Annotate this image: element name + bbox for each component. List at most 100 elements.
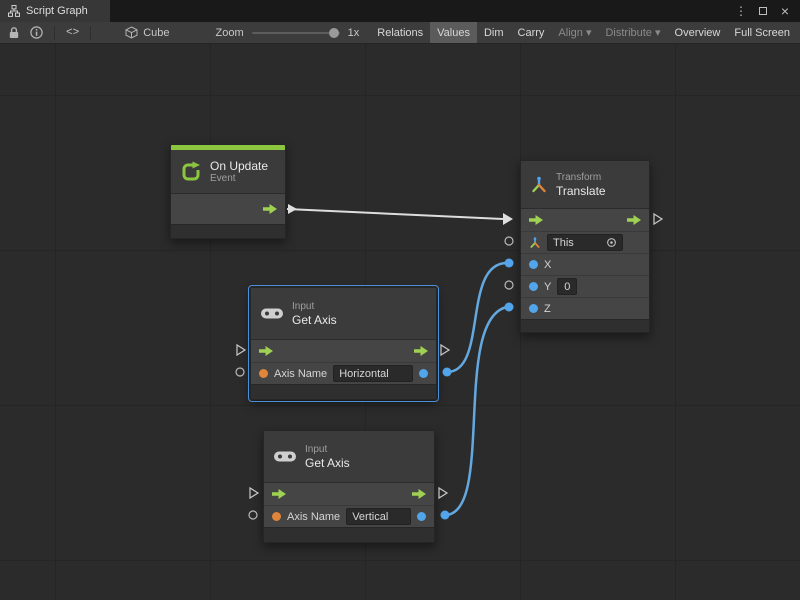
wire-start-arrow[interactable] [288,204,297,214]
script-graph-icon [8,5,20,17]
flow-row [521,209,649,231]
info-icon[interactable] [25,22,48,43]
flow-out-port[interactable] [414,346,428,356]
flow-row [264,483,434,505]
get-axis-h-flow-out-ext-port[interactable] [441,345,449,355]
code-preview-icon[interactable]: <> [61,27,84,39]
maximize-glyph [759,7,767,15]
zoom-slider[interactable] [252,28,340,38]
zoom-slider-handle[interactable] [329,28,339,38]
value-port-x[interactable] [529,260,538,269]
graph-owner-label: Cube [143,27,169,39]
cube-icon [125,26,138,39]
node-subtitle: Event [210,173,268,185]
node-category: Transform [556,172,606,184]
carry-button[interactable]: Carry [511,22,552,43]
values-button[interactable]: Values [430,22,477,43]
node-get-axis-horizontal[interactable]: Input Get Axis Axis Name Horizontal [250,287,437,400]
distribute-button[interactable]: Distribute ▾ [598,22,667,43]
value-port-y[interactable] [529,282,538,291]
flow-row [171,194,285,224]
value-out-port[interactable] [417,512,426,521]
node-footer [521,319,649,332]
node-title: Get Axis [305,456,350,470]
lock-icon[interactable] [3,22,25,43]
translate-this-ext-port[interactable] [505,237,513,245]
zoom-slider-track [252,32,340,34]
node-footer [251,384,436,399]
translate-z-ext-port[interactable] [505,303,514,312]
close-icon[interactable]: × [776,2,794,20]
node-title: Get Axis [292,313,337,327]
node-header[interactable]: On Update Event [171,150,285,194]
node-header[interactable]: Input Get Axis [251,288,436,340]
target-row: This [521,231,649,253]
flow-in-port[interactable] [529,215,543,225]
translate-x-ext-port[interactable] [505,259,514,268]
flow-in-port[interactable] [259,346,273,356]
node-title: On Update [210,159,268,173]
flow-out-port[interactable] [412,489,426,499]
align-button[interactable]: Align ▾ [551,22,598,43]
gamepad-icon [260,306,284,321]
graph-canvas[interactable]: On Update Event Transform Translate [0,44,800,600]
relations-button[interactable]: Relations [370,22,430,43]
get-axis-v-flow-in-ext-port[interactable] [250,488,258,498]
get-axis-v-string-ext-port[interactable] [249,511,257,519]
dim-button[interactable]: Dim [477,22,511,43]
target-field[interactable]: This [547,234,623,251]
node-header[interactable]: Input Get Axis [264,431,434,483]
wire-start-dot[interactable] [443,368,452,377]
value-out-port[interactable] [419,369,428,378]
flow-row [251,340,436,362]
flow-out-port[interactable] [627,215,641,225]
node-get-axis-vertical[interactable]: Input Get Axis Axis Name Vertical [263,430,435,543]
node-header[interactable]: Transform Translate [521,161,649,209]
target-value: This [553,237,574,249]
axis-name-field[interactable]: Horizontal [333,365,413,382]
axis-name-row: Axis Name Horizontal [251,362,436,384]
toolbar-separator [90,26,91,40]
y-value-field[interactable]: 0 [557,278,577,295]
node-category: Input [305,444,350,456]
axis-name-field[interactable]: Vertical [346,508,411,525]
node-category: Input [292,301,337,313]
string-port-axis-name[interactable] [259,369,268,378]
get-axis-h-string-ext-port[interactable] [236,368,244,376]
wire-vertical-to-z [445,307,507,515]
flow-in-port[interactable] [272,489,286,499]
graph-owner-button[interactable]: Cube [119,22,175,43]
wire-end-arrow[interactable] [503,213,513,225]
translate-flow-out-ext-port[interactable] [654,214,662,224]
get-axis-h-flow-in-ext-port[interactable] [237,345,245,355]
string-port-axis-name[interactable] [272,512,281,521]
axis-name-label: Axis Name [287,511,340,523]
overview-button[interactable]: Overview [668,22,728,43]
port-label-x: X [544,259,551,271]
translate-y-ext-port[interactable] [505,281,513,289]
maximize-icon[interactable] [754,2,772,20]
node-on-update[interactable]: On Update Event [170,144,286,239]
fullscreen-button[interactable]: Full Screen [727,22,800,43]
transform-icon [530,176,548,194]
axis-name-label: Axis Name [274,368,327,380]
value-port-z[interactable] [529,304,538,313]
on-update-icon [180,161,202,183]
port-label-y: Y [544,281,551,293]
port-row-y: Y 0 [521,275,649,297]
port-row-z: Z [521,297,649,319]
node-translate[interactable]: Transform Translate This [520,160,650,333]
get-axis-v-flow-out-ext-port[interactable] [439,488,447,498]
port-label-z: Z [544,303,551,315]
node-footer [264,527,434,542]
zoom-label: Zoom [216,27,244,39]
menu-icon[interactable]: ⋮ [732,2,750,20]
wire-flow-onupdate-translate [287,209,503,219]
wire-start-dot[interactable] [441,511,450,520]
target-gizmo-icon[interactable] [606,237,617,248]
tab-script-graph[interactable]: Script Graph [0,0,110,22]
tab-title: Script Graph [26,5,88,17]
flow-out-port[interactable] [263,204,277,214]
transform-mini-icon [529,237,541,249]
node-title: Translate [556,184,606,198]
